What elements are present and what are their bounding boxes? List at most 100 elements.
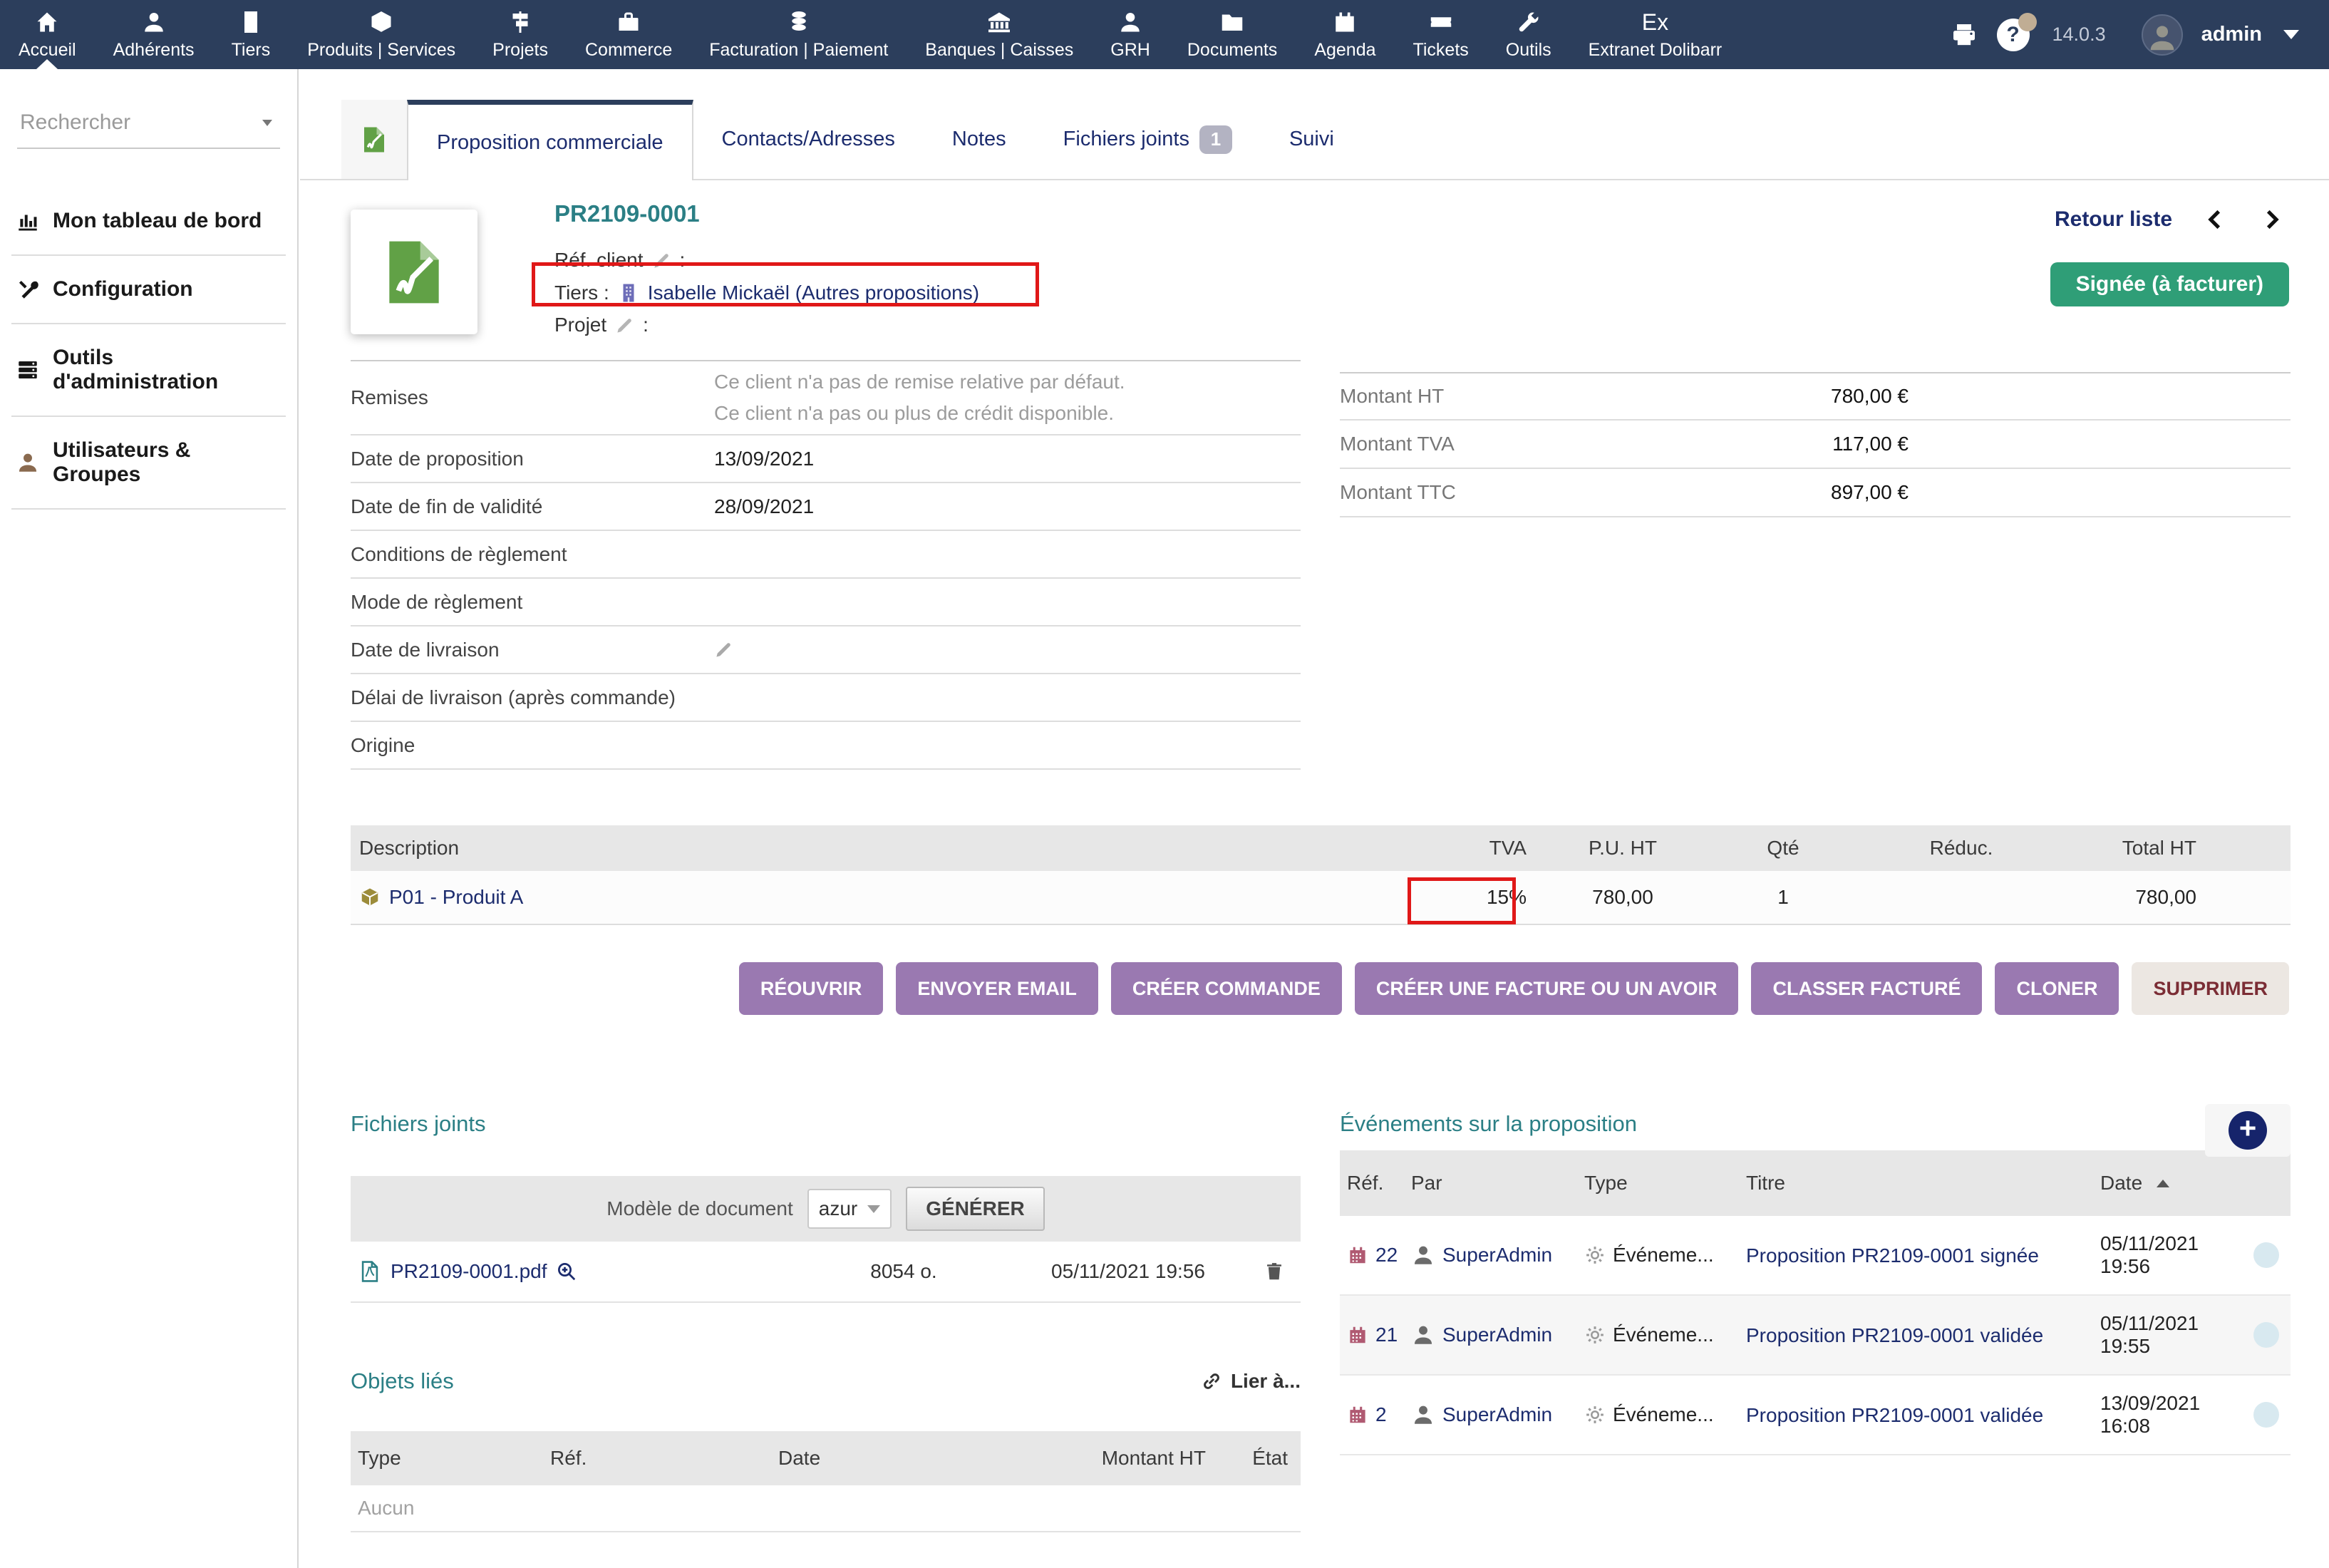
generate-button[interactable]: GÉNÉRER xyxy=(906,1187,1044,1231)
delete-button[interactable]: SUPPRIMER xyxy=(2132,962,2289,1015)
pencil-icon[interactable] xyxy=(615,316,634,335)
chevron-down-icon[interactable] xyxy=(2283,30,2299,39)
attachment-count-badge: 1 xyxy=(1199,125,1232,154)
col-reduc: Réduc. xyxy=(1847,837,2075,860)
help-icon[interactable]: ? xyxy=(1997,19,2030,51)
link-to-action[interactable]: Lier à... xyxy=(1201,1370,1301,1393)
product-link[interactable]: P01 - Produit A xyxy=(389,886,523,909)
pencil-icon[interactable] xyxy=(652,251,671,270)
event-title-link[interactable]: Proposition PR2109-0001 validée xyxy=(1746,1402,2043,1428)
remise-note: Ce client n'a pas de remise relative par… xyxy=(714,366,1125,398)
nav-banques-caisses[interactable]: Banques | Caisses xyxy=(907,0,1092,69)
total-label: Montant TVA xyxy=(1340,433,1646,455)
tab-fichiers-joints[interactable]: Fichiers joints1 xyxy=(1035,100,1261,179)
send-email-button[interactable]: ENVOYER EMAIL xyxy=(896,962,1098,1015)
col-date[interactable]: Date xyxy=(2100,1172,2253,1195)
tab-notes[interactable]: Notes xyxy=(924,100,1035,179)
tab-label: Proposition commerciale xyxy=(437,131,663,155)
chevron-right-icon[interactable] xyxy=(2259,207,2283,232)
chevron-left-icon[interactable] xyxy=(2204,207,2228,232)
sidebar-item-admin-tools[interactable]: Outils d'administration xyxy=(11,324,286,417)
event-title-link[interactable]: Proposition PR2109-0001 signée xyxy=(1746,1242,2039,1269)
event-title-link[interactable]: Proposition PR2109-0001 validée xyxy=(1746,1322,2043,1348)
attachment-link[interactable]: PR2109-0001.pdf xyxy=(391,1260,547,1283)
search-input[interactable]: Rechercher xyxy=(17,105,280,149)
field-row-date-livraison: Date de livraison xyxy=(351,626,1301,674)
nav-facturation-paiement[interactable]: Facturation | Paiement xyxy=(691,0,907,69)
event-user-link[interactable]: SuperAdmin xyxy=(1442,1244,1552,1267)
event-user-link[interactable]: SuperAdmin xyxy=(1442,1403,1552,1426)
document-model-label: Modèle de document xyxy=(606,1197,793,1220)
colon: : xyxy=(643,314,649,336)
line-tva: 15% xyxy=(1413,886,1527,909)
event-user-link[interactable]: SuperAdmin xyxy=(1442,1324,1552,1346)
classify-billed-button[interactable]: CLASSER FACTURÉ xyxy=(1751,962,1982,1015)
clone-button[interactable]: CLONER xyxy=(1995,962,2119,1015)
reopen-button[interactable]: RÉOUVRIR xyxy=(739,962,884,1015)
tab-contacts-adresses[interactable]: Contacts/Adresses xyxy=(693,100,924,179)
nav-documents[interactable]: Documents xyxy=(1169,0,1296,69)
sidebar-item-users-groups[interactable]: Utilisateurs & Groupes xyxy=(11,417,286,510)
total-label: Montant HT xyxy=(1340,385,1646,408)
attachment-size: 8054 o. xyxy=(815,1260,993,1283)
nav-tickets[interactable]: Tickets xyxy=(1395,0,1487,69)
top-navbar: Accueil Adhérents Tiers Produits | Servi… xyxy=(0,0,2329,69)
event-type: Événeme... xyxy=(1613,1244,1714,1267)
pencil-icon[interactable] xyxy=(714,640,733,659)
nav-projets[interactable]: Projets xyxy=(474,0,567,69)
trash-icon[interactable] xyxy=(1264,1259,1285,1284)
nav-agenda[interactable]: Agenda xyxy=(1296,0,1394,69)
col-type: Type xyxy=(1584,1172,1746,1195)
nav-extranet[interactable]: ExExtranet Dolibarr xyxy=(1570,0,1741,69)
back-to-list-link[interactable]: Retour liste xyxy=(2055,207,2172,232)
col-pu-ht: P.U. HT xyxy=(1527,837,1719,860)
nav-label: GRH xyxy=(1110,40,1150,61)
nav-label: Outils xyxy=(1506,40,1551,61)
tab-suivi[interactable]: Suivi xyxy=(1261,100,1363,179)
event-ref-link[interactable]: 21 xyxy=(1375,1324,1398,1346)
event-type: Événeme... xyxy=(1613,1403,1714,1426)
create-invoice-button[interactable]: CRÉER UNE FACTURE OU UN AVOIR xyxy=(1355,962,1739,1015)
total-row-ttc: Montant TTC897,00 € xyxy=(1340,469,2291,517)
nav-grh[interactable]: GRH xyxy=(1092,0,1169,69)
sidebar-menu: Mon tableau de bord Configuration Outils… xyxy=(11,187,286,510)
caret-down-icon xyxy=(867,1205,880,1213)
nav-tiers[interactable]: Tiers xyxy=(213,0,289,69)
briefcase-icon xyxy=(616,9,641,35)
user-icon xyxy=(1411,1403,1435,1427)
field-label: Conditions de règlement xyxy=(351,543,714,566)
bank-icon xyxy=(986,9,1012,35)
tab-proposition-commerciale[interactable]: Proposition commerciale xyxy=(407,100,693,180)
sidebar-item-configuration[interactable]: Configuration xyxy=(11,256,286,324)
field-row-date-proposition: Date de proposition 13/09/2021 xyxy=(351,435,1301,483)
event-ref-link[interactable]: 2 xyxy=(1375,1403,1387,1426)
event-ref-link[interactable]: 22 xyxy=(1375,1244,1398,1267)
linked-objects-table-header: Type Réf. Date Montant HT État xyxy=(351,1431,1301,1485)
field-label: Date de livraison xyxy=(351,639,714,661)
add-event-button[interactable]: + xyxy=(2229,1111,2267,1150)
nav-accueil[interactable]: Accueil xyxy=(0,0,95,69)
field-row-delai-livraison: Délai de livraison (après commande) xyxy=(351,674,1301,722)
printer-icon[interactable] xyxy=(1950,21,1978,49)
tiers-link[interactable]: Isabelle Mickaël (Autres propositions) xyxy=(648,282,979,304)
sidebar-item-dashboard[interactable]: Mon tableau de bord xyxy=(11,187,286,256)
create-order-button[interactable]: CRÉER COMMANDE xyxy=(1111,962,1342,1015)
field-label: Délai de livraison (après commande) xyxy=(351,686,714,709)
total-value: 117,00 € xyxy=(1646,433,1909,455)
linked-objects-title: Objets liés xyxy=(351,1368,454,1394)
document-model-select[interactable]: azur xyxy=(807,1189,892,1229)
version-label: 14.0.3 xyxy=(2052,24,2106,46)
avatar[interactable] xyxy=(2142,14,2183,56)
tiers-label: Tiers : xyxy=(554,282,609,304)
nav-outils[interactable]: Outils xyxy=(1487,0,1570,69)
nav-adherents[interactable]: Adhérents xyxy=(95,0,213,69)
nav-label: Facturation | Paiement xyxy=(709,40,888,61)
user-silhouette-icon xyxy=(2146,21,2179,54)
event-row: 22 SuperAdmin Événeme... Proposition PR2… xyxy=(1340,1216,2291,1296)
nav-commerce[interactable]: Commerce xyxy=(567,0,691,69)
zoom-plus-icon[interactable] xyxy=(556,1261,577,1282)
calendar-icon xyxy=(1347,1244,1368,1266)
nav-produits-services[interactable]: Produits | Services xyxy=(289,0,474,69)
username[interactable]: admin xyxy=(2201,23,2262,46)
col-ref: Réf. xyxy=(1340,1172,1411,1195)
